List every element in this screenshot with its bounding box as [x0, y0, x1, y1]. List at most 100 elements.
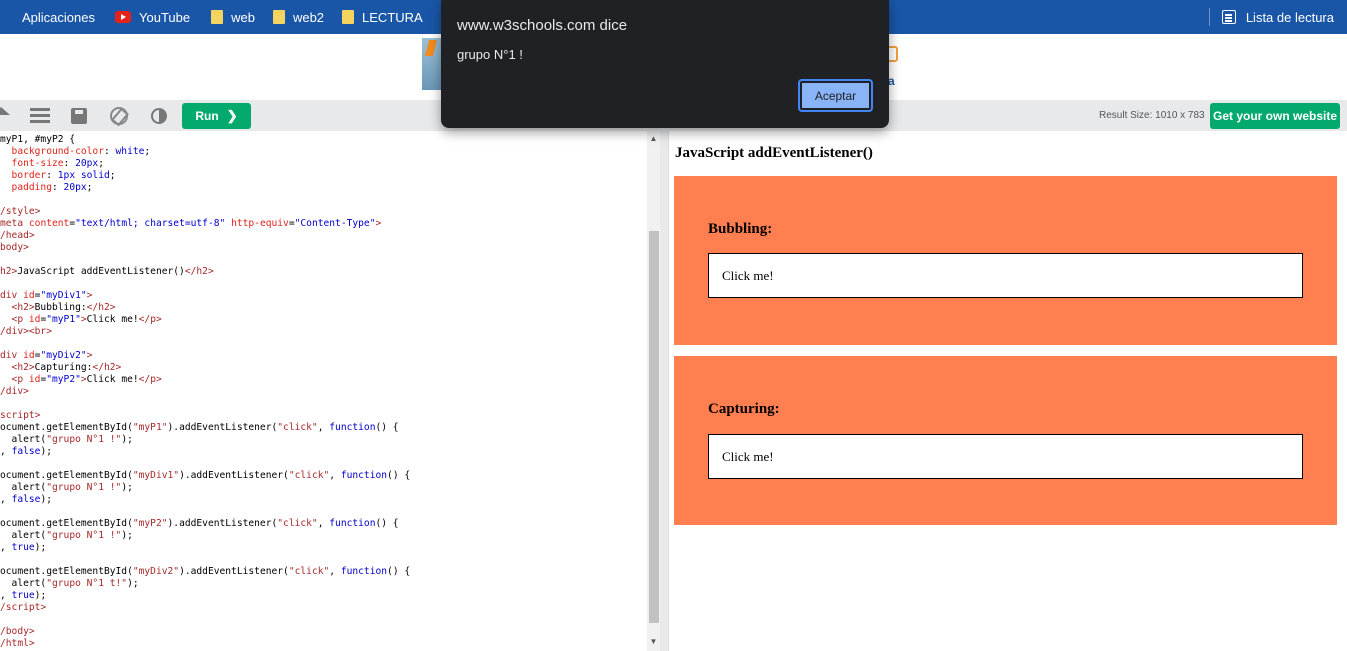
- code-line: ocument.getElementById("myDiv2").addEven…: [0, 566, 647, 578]
- code-line: , false);: [0, 446, 647, 458]
- code-line: h2>JavaScript addEventListener()</h2>: [0, 266, 647, 278]
- bookmark-web-label: web: [231, 9, 255, 25]
- code-token: h2>: [0, 266, 18, 277]
- code-token: >: [86, 350, 93, 361]
- code-line: div id="myDiv2">: [0, 350, 647, 362]
- code-token: ;: [109, 170, 116, 181]
- code-line: /script>: [0, 602, 647, 614]
- code-token: );: [127, 578, 139, 589]
- code-token: false: [11, 446, 41, 457]
- code-token: /head>: [0, 230, 35, 241]
- code-token: () {: [375, 422, 399, 433]
- home-icon[interactable]: [0, 107, 10, 115]
- code-token: "Content-Type": [294, 218, 376, 229]
- editor-scrollbar-thumb[interactable]: [649, 231, 659, 623]
- code-line: body>: [0, 242, 647, 254]
- run-button-label: Run: [195, 109, 219, 123]
- code-token: () {: [375, 518, 399, 529]
- code-line: , true);: [0, 542, 647, 554]
- code-editor[interactable]: myP1, #myP2 { background-color: white; f…: [0, 131, 647, 651]
- code-token: meta: [0, 218, 29, 229]
- code-token: );: [40, 494, 53, 505]
- folder-icon: [272, 10, 285, 24]
- code-token: ocument.getElementById(: [0, 470, 133, 481]
- bookmark-youtube[interactable]: YouTube: [115, 0, 190, 34]
- my-div1-box[interactable]: Bubbling: Click me!: [674, 176, 1337, 345]
- code-token: );: [40, 446, 53, 457]
- code-token: ,: [317, 422, 330, 433]
- code-token: "myDiv1": [132, 470, 180, 481]
- page-title: JavaScript addEventListener(): [675, 145, 873, 161]
- contrast-icon[interactable]: [151, 108, 167, 124]
- run-button[interactable]: Run ❯: [182, 103, 251, 129]
- bookmark-apps-label: Aplicaciones: [22, 9, 95, 25]
- code-line: myP1, #myP2 {: [0, 134, 647, 146]
- menu-icon[interactable]: [30, 108, 50, 124]
- code-token: <h2>: [0, 362, 35, 373]
- save-icon[interactable]: [71, 108, 87, 124]
- code-line: <h2>Bubbling:</h2>: [0, 302, 647, 314]
- code-token: padding: [0, 182, 52, 193]
- code-token: "click": [288, 470, 330, 481]
- code-token: id: [28, 314, 41, 325]
- code-token: myP1, #myP2 {: [0, 134, 76, 145]
- accept-button[interactable]: Aceptar: [798, 79, 873, 112]
- code-line: ocument.getElementById("myP2").addEventL…: [0, 518, 647, 530]
- code-token: font-size: [0, 158, 64, 169]
- pane-splitter[interactable]: [660, 131, 668, 651]
- code-token: "myP2": [132, 518, 168, 529]
- code-token: ocument.getElementById(: [0, 518, 133, 529]
- code-token: "myDiv2": [40, 350, 87, 361]
- code-line: border: 1px solid;: [0, 170, 647, 182]
- banner-link-fragment[interactable]: a: [888, 74, 895, 88]
- code-token: :: [46, 170, 58, 181]
- get-own-website-button[interactable]: Get your own website: [1210, 103, 1340, 129]
- code-token: id: [28, 374, 41, 385]
- code-line: padding: 20px;: [0, 182, 647, 194]
- code-token: <p: [0, 314, 29, 325]
- code-token: </h2>: [92, 362, 122, 373]
- alert-dialog: www.w3schools.com dice grupo N°1 ! Acept…: [441, 0, 889, 128]
- code-line: script>: [0, 410, 647, 422]
- code-token: "grupo N°1 !": [46, 530, 122, 541]
- code-token: JavaScript addEventListener(): [17, 266, 185, 277]
- code-token: /html>: [0, 638, 35, 649]
- reading-list-icon: [1221, 10, 1236, 24]
- code-token: true: [11, 542, 35, 553]
- code-token: function: [329, 422, 376, 433]
- bookmark-apps[interactable]: Aplicaciones: [0, 0, 95, 34]
- bookmark-web2-label: web2: [292, 9, 325, 25]
- youtube-icon: [115, 11, 131, 23]
- code-token: http-equiv: [225, 218, 289, 229]
- code-line: <p id="myP2">Click me!</p>: [0, 374, 647, 386]
- code-token: "myP2": [46, 374, 81, 385]
- bookmark-web[interactable]: web: [211, 0, 255, 34]
- code-token: /div><br>: [0, 326, 52, 337]
- bookmark-youtube-label: YouTube: [139, 9, 191, 25]
- scroll-down-arrow-icon[interactable]: ▼: [647, 637, 660, 649]
- reading-list[interactable]: Lista de lectura: [1208, 0, 1334, 34]
- code-token: :: [63, 158, 76, 169]
- code-token: 20px: [75, 158, 99, 169]
- scroll-up-arrow-icon[interactable]: ▲: [647, 134, 660, 146]
- my-p2-paragraph[interactable]: Click me!: [708, 434, 1303, 479]
- code-line: alert("grupo N°1 t!");: [0, 578, 647, 590]
- code-line: /body>: [0, 626, 647, 638]
- div2-heading: Capturing:: [708, 401, 780, 417]
- dialog-title: www.w3schools.com dice: [457, 17, 628, 34]
- dialog-message: grupo N°1 !: [457, 47, 523, 62]
- bookmark-web2[interactable]: web2: [272, 0, 325, 34]
- code-token: Capturing:: [34, 362, 93, 373]
- code-token: ).addEventListener(: [167, 422, 278, 433]
- my-p1-paragraph[interactable]: Click me!: [708, 253, 1303, 298]
- code-line: /div><br>: [0, 326, 647, 338]
- code-token: "click": [277, 422, 318, 433]
- my-div2-box[interactable]: Capturing: Click me!: [674, 356, 1337, 525]
- bookmark-lectura[interactable]: LECTURA: [342, 0, 423, 34]
- code-line: /html>: [0, 638, 647, 650]
- rotate-icon[interactable]: [110, 107, 128, 125]
